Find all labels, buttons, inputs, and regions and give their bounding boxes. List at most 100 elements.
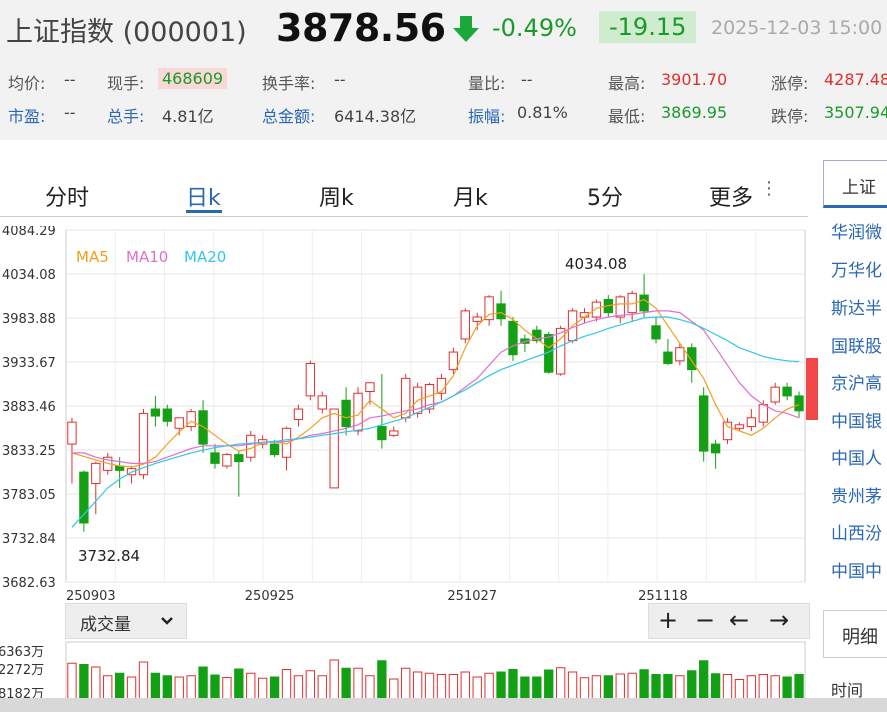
candle-down bbox=[651, 325, 661, 340]
candle-up bbox=[591, 301, 602, 318]
volume-bar-down bbox=[234, 668, 244, 701]
volume-bar-up bbox=[615, 673, 625, 701]
volume-bar-up bbox=[734, 679, 745, 701]
candle-down bbox=[710, 443, 721, 454]
volume-chart[interactable]: 6363万 2272万 8182万 bbox=[0, 640, 808, 702]
candle-up bbox=[746, 417, 757, 428]
volume-bar-up bbox=[365, 675, 375, 701]
volume-bar-down bbox=[210, 674, 220, 701]
tab-monthly-k[interactable]: 月k bbox=[453, 180, 488, 212]
volume-bar-up bbox=[412, 671, 423, 701]
y-tick-label: 3883.46 bbox=[2, 400, 56, 415]
volume-bar-down bbox=[544, 669, 554, 701]
pe-value: -- bbox=[64, 103, 76, 122]
volume-bar-down bbox=[198, 666, 208, 701]
total-amount-label[interactable]: 总金额: bbox=[262, 103, 315, 127]
candle-up bbox=[305, 362, 316, 397]
volume-bar-up bbox=[484, 672, 494, 701]
stock-sidebar: 上证 华润微 万华化 斯达半 国联股 京沪高 中国银 中国人 贵州茅 山西汾 中… bbox=[823, 160, 887, 610]
ma10-line bbox=[72, 310, 800, 464]
limit-down-value: 3507.94 bbox=[824, 103, 887, 122]
sidebar-item-1[interactable]: 华润微 bbox=[831, 218, 882, 243]
volume-bar-down bbox=[782, 676, 792, 701]
x-tick-label: 250925 bbox=[245, 589, 295, 604]
volume-bar-up bbox=[174, 676, 184, 701]
pan-left-button[interactable]: ← bbox=[729, 606, 749, 634]
collapse-handle[interactable] bbox=[806, 358, 818, 420]
zoom-in-button[interactable]: + bbox=[658, 606, 678, 634]
detail-tab-label: 明细 bbox=[842, 627, 878, 648]
volume-bar-down bbox=[114, 672, 125, 701]
volume-bar-up bbox=[126, 676, 137, 701]
volume-bar-down bbox=[269, 676, 280, 701]
sidebar-item-10[interactable]: 中国中 bbox=[831, 557, 882, 582]
sidebar-item-8[interactable]: 贵州茅 bbox=[831, 482, 882, 507]
indicator-select[interactable]: 成交量 bbox=[65, 603, 187, 639]
zoom-out-button[interactable]: − bbox=[695, 606, 715, 634]
y-tick-label: 3933.67 bbox=[2, 356, 56, 371]
pe-label[interactable]: 市盈: bbox=[8, 103, 45, 127]
amplitude-label[interactable]: 振幅: bbox=[468, 103, 505, 127]
horizontal-scrollbar[interactable] bbox=[0, 698, 887, 712]
volume-bar-up bbox=[317, 675, 327, 701]
candle-down bbox=[341, 399, 351, 428]
volume-bar-up bbox=[138, 661, 149, 701]
total-volume-label[interactable]: 总手: bbox=[107, 103, 144, 127]
volume-bar-down bbox=[79, 664, 89, 701]
sidebar-item-4[interactable]: 国联股 bbox=[831, 332, 882, 357]
sidebar-item-2[interactable]: 万华化 bbox=[831, 256, 882, 281]
candle-down bbox=[269, 443, 280, 456]
x-tick-label: 251118 bbox=[638, 589, 688, 604]
candle-up bbox=[615, 296, 625, 318]
tab-5min[interactable]: 5分 bbox=[587, 180, 623, 212]
limit-down-label: 跌停: bbox=[771, 107, 809, 126]
detail-tab[interactable]: 明细 bbox=[823, 610, 887, 658]
volume-bar-up bbox=[627, 672, 637, 701]
avg-price-label: 均价: bbox=[8, 74, 46, 93]
volume-svg[interactable]: 6363万2272万8182万 bbox=[0, 640, 808, 702]
total-amount-value: 6414.38亿 bbox=[334, 107, 417, 126]
y-tick-label: 3833.25 bbox=[2, 444, 56, 459]
sidebar-item-3[interactable]: 斯达半 bbox=[831, 294, 882, 319]
avg-price-value: -- bbox=[64, 70, 76, 89]
volume-bar-up bbox=[746, 675, 757, 701]
sidebar-item-5[interactable]: 京沪高 bbox=[831, 369, 882, 394]
candle-down bbox=[79, 471, 89, 524]
candle-down bbox=[210, 452, 220, 464]
kline-svg[interactable]: 4084.29 4034.08 3983.88 3933.67 3883.46 3833.… bbox=[0, 224, 808, 606]
candle-down bbox=[794, 395, 804, 412]
active-tab-underline bbox=[186, 210, 222, 213]
sidebar-item-7[interactable]: 中国人 bbox=[831, 444, 882, 469]
y-tick-label: 3983.88 bbox=[2, 312, 56, 327]
volume-bar-down bbox=[377, 660, 387, 701]
sidebar-header[interactable]: 上证 bbox=[823, 160, 887, 208]
tab-daily-k[interactable]: 日k bbox=[186, 180, 221, 212]
limit-up-value: 4287.48 bbox=[824, 70, 887, 89]
candle-up bbox=[67, 421, 77, 445]
candle-up bbox=[91, 462, 101, 485]
sidebar-item-6[interactable]: 中国银 bbox=[831, 407, 882, 432]
tab-more[interactable]: 更多 bbox=[709, 180, 753, 212]
volume-bar-up bbox=[567, 671, 578, 701]
current-price: 3878.56 bbox=[276, 6, 446, 50]
candle-up bbox=[174, 417, 184, 429]
candle-up bbox=[389, 430, 399, 436]
volume-bar-down bbox=[687, 670, 697, 701]
vertical-dots-icon[interactable]: ⋮ bbox=[760, 178, 778, 199]
volume-bar-up bbox=[591, 675, 602, 701]
chart-toolbar: + − ← → bbox=[648, 603, 810, 639]
volume-bar-up bbox=[460, 671, 470, 701]
tab-weekly-k[interactable]: 周k bbox=[319, 180, 354, 212]
candle-down bbox=[782, 386, 792, 397]
pan-right-button[interactable]: → bbox=[769, 606, 789, 634]
candle-up bbox=[317, 395, 327, 410]
x-tick-label: 251027 bbox=[447, 589, 497, 604]
candle-up bbox=[329, 408, 339, 489]
quote-datetime: 2025-12-03 15:00 bbox=[711, 17, 883, 39]
volume-bar-down bbox=[794, 674, 804, 701]
sidebar-item-9[interactable]: 山西汾 bbox=[831, 519, 882, 544]
volume-bar-up bbox=[675, 675, 685, 701]
volume-bar-up bbox=[758, 674, 768, 701]
kline-chart[interactable]: 4084.29 4034.08 3983.88 3933.67 3883.46 3833.… bbox=[0, 224, 808, 606]
tab-intraday[interactable]: 分时 bbox=[45, 180, 89, 212]
